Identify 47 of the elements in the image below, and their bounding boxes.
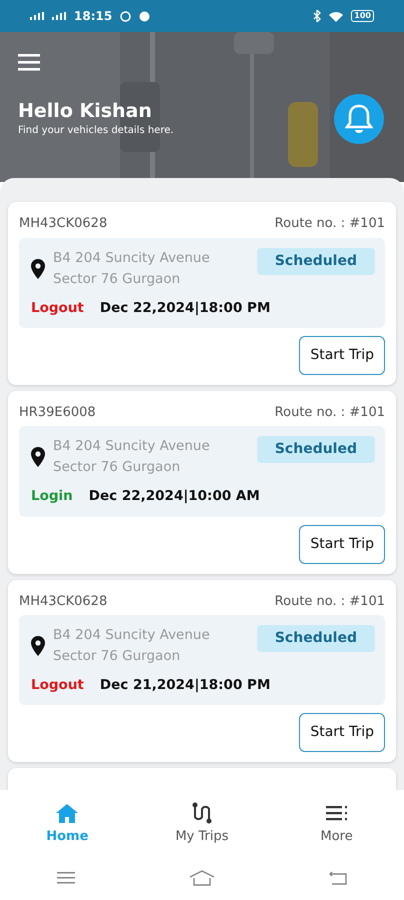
- trip-type-label: Logout: [31, 676, 84, 695]
- route-number: Route no. : #101: [274, 592, 385, 610]
- address-line: Sector 76 Gurgaon: [53, 458, 182, 478]
- trip-type-label: Logout: [31, 298, 84, 318]
- route-number: Route no. : #101: [274, 404, 385, 422]
- location-pin-icon: [31, 636, 45, 656]
- start-trip-button[interactable]: Start Trip: [299, 713, 385, 752]
- nav-tab[interactable]: My Trips: [156, 798, 247, 846]
- route-number: Route no. : #101: [274, 215, 385, 233]
- home-icon: [56, 802, 78, 823]
- start-trip-button[interactable]: Start Trip: [299, 524, 385, 564]
- address-line: Sector 76 Gurgaon: [53, 647, 182, 666]
- vehicle-number: MH43CK0628: [19, 592, 108, 610]
- wifi-icon: [329, 10, 344, 22]
- back-icon[interactable]: [329, 870, 347, 884]
- nav-tab[interactable]: More: [292, 798, 382, 846]
- notification-icon: [139, 10, 150, 22]
- trip-type-label: Login: [31, 487, 73, 506]
- status-time: 18:15: [74, 8, 112, 25]
- status-badge: Scheduled: [256, 436, 375, 464]
- greeting-subtitle: Find your vehicles details here.: [18, 124, 174, 138]
- home-icon[interactable]: [189, 870, 215, 886]
- greeting-title: Hello Kishan: [18, 100, 153, 123]
- address-line: B4 204 Suncity Avenue: [53, 437, 210, 456]
- notification-icon: [120, 10, 132, 22]
- bell-icon: [345, 104, 373, 134]
- address-line: B4 204 Suncity Avenue: [53, 626, 210, 645]
- battery-icon: 100: [351, 10, 374, 22]
- signal-icon: [30, 12, 44, 20]
- trip-datetime: Dec 22,2024|10:00 AM: [88, 487, 260, 506]
- more-icon: [326, 804, 348, 821]
- status-badge: Scheduled: [256, 248, 375, 274]
- bluetooth-icon: [313, 10, 322, 22]
- route-icon: [190, 802, 213, 824]
- menu-icon[interactable]: [18, 54, 40, 72]
- vehicle-number: MH43CK0628: [19, 215, 108, 233]
- vehicle-number: HR39E6008: [19, 404, 96, 422]
- trip-datetime: Dec 22,2024|18:00 PM: [100, 298, 270, 318]
- trip-datetime: Dec 21,2024|18:00 PM: [100, 676, 270, 695]
- signal-icon: [52, 12, 66, 20]
- location-pin-icon: [31, 447, 45, 468]
- address-line: B4 204 Suncity Avenue: [53, 248, 210, 268]
- address-line: Sector 76 Gurgaon: [53, 270, 182, 288]
- menu-icon[interactable]: [57, 872, 75, 884]
- location-pin-icon: [31, 258, 45, 278]
- status-badge: Scheduled: [256, 625, 375, 652]
- start-trip-button[interactable]: Start Trip: [299, 336, 385, 375]
